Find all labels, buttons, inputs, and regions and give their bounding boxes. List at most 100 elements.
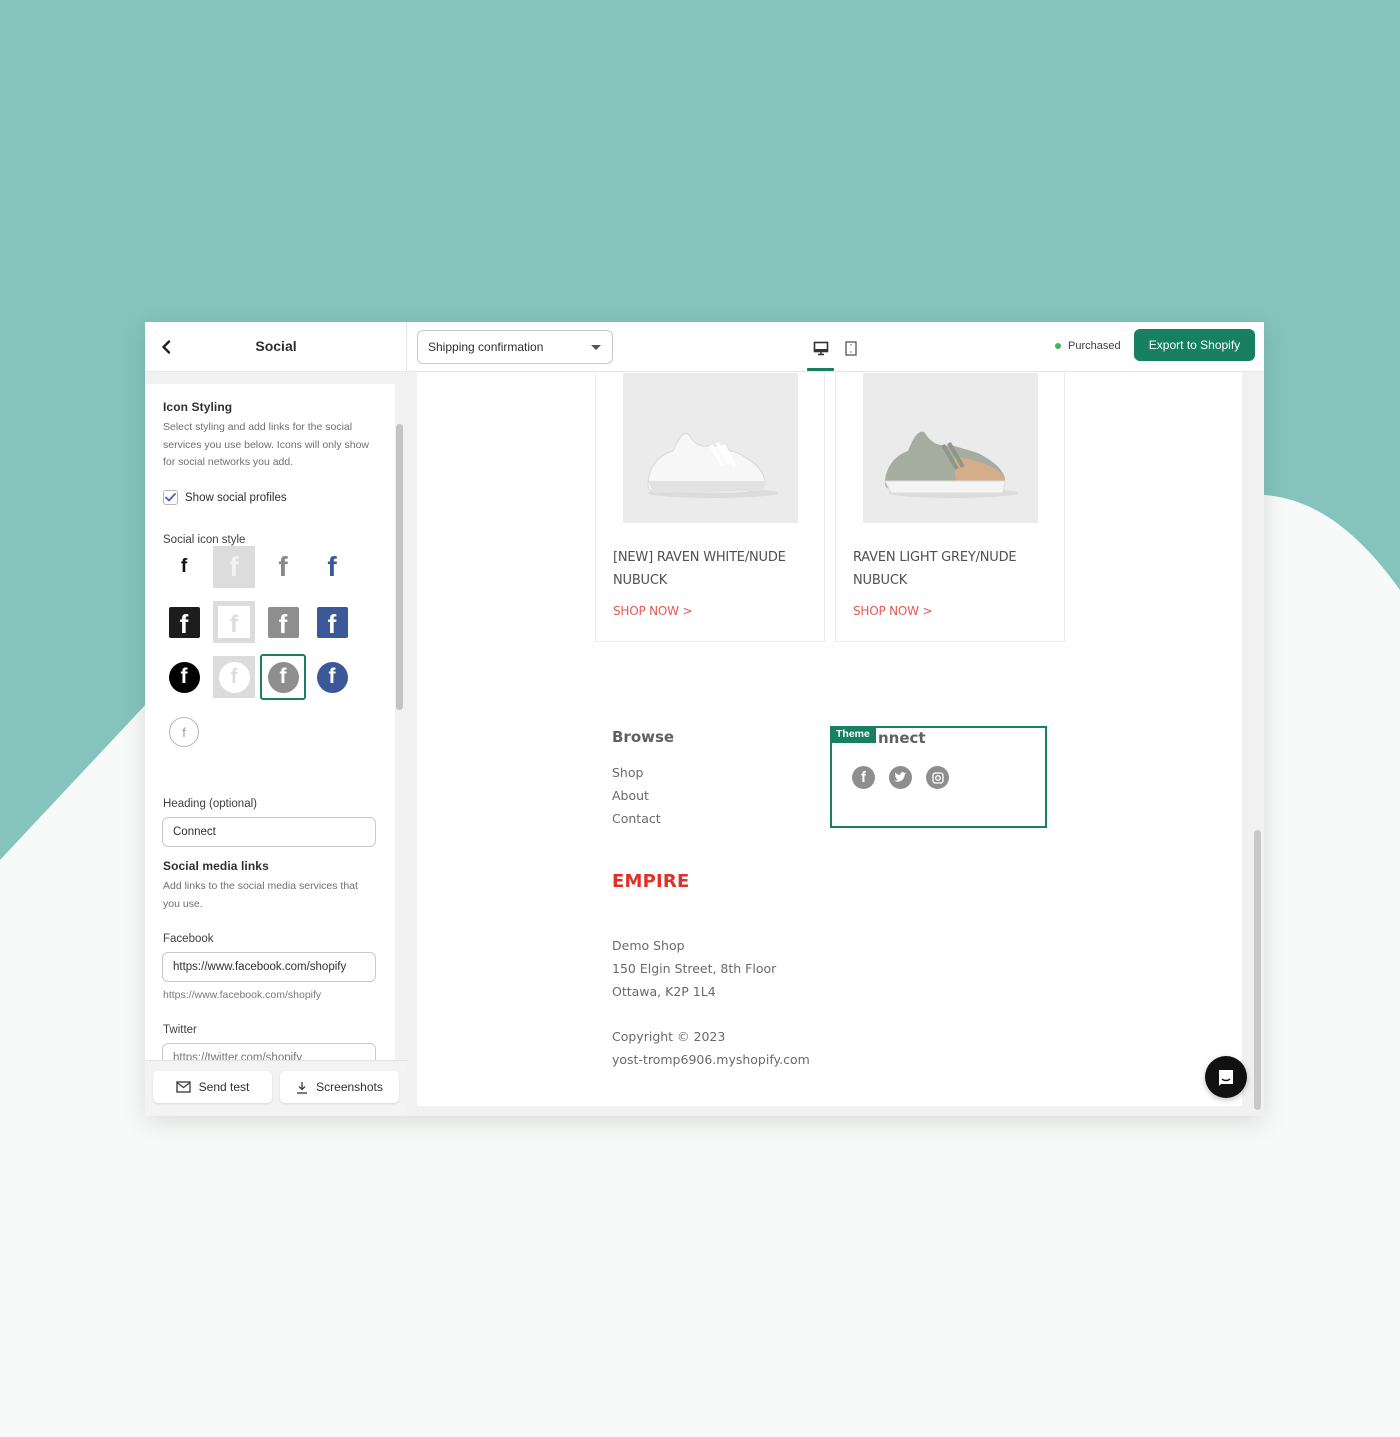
active-view-indicator	[807, 368, 834, 371]
product-name: [NEW] RAVEN WHITE/NUDE NUBUCK	[613, 550, 786, 588]
caret-down-icon	[591, 345, 601, 350]
connect-heading: nnect	[878, 729, 926, 747]
screenshots-label: Screenshots	[316, 1080, 383, 1094]
social-settings-card: Icon Styling Select styling and add link…	[145, 384, 395, 1060]
desktop-icon	[813, 341, 829, 355]
facebook-icon[interactable]: f	[852, 766, 875, 789]
send-test-button[interactable]: Send test	[153, 1071, 272, 1103]
screenshots-button[interactable]: Screenshots	[280, 1071, 399, 1103]
export-to-shopify-button[interactable]: Export to Shopify	[1134, 329, 1255, 361]
facebook-icon: f	[279, 665, 287, 688]
icon-style-circle-blue[interactable]: f	[311, 656, 353, 698]
checkbox-box[interactable]	[163, 490, 178, 505]
product-image	[623, 373, 798, 523]
icon-style-square-grey[interactable]: f	[262, 601, 304, 643]
icon-style-square-white-outline[interactable]: f	[213, 601, 255, 643]
settings-panel: Social Icon Styling Select styling and a…	[145, 322, 407, 1116]
panel-title: Social	[255, 338, 297, 354]
footer-link-shop[interactable]: Shop	[612, 765, 643, 780]
icon-style-circle-black[interactable]: f	[163, 656, 205, 698]
shop-now-link[interactable]: SHOP NOW >	[853, 604, 932, 618]
circle-badge: f	[267, 661, 299, 693]
facebook-icon: f	[180, 665, 188, 688]
show-social-profiles-checkbox[interactable]: Show social profiles	[163, 490, 287, 505]
facebook-help-text: https://www.facebook.com/shopify	[163, 989, 322, 1001]
panel-header: Social	[145, 322, 407, 372]
facebook-url-input[interactable]: https://www.facebook.com/shopify	[162, 952, 376, 982]
browse-heading: Browse	[612, 728, 675, 746]
facebook-icon: f	[180, 556, 188, 577]
social-icon-style-label: Social icon style	[163, 534, 246, 546]
icon-style-circle-white[interactable]: f	[213, 656, 255, 698]
icon-style-plain-light-box[interactable]: f	[213, 546, 255, 588]
brand-logo: EMPIRE	[612, 871, 690, 892]
address-line: Demo Shop	[612, 938, 685, 953]
icon-style-square-black[interactable]: f	[163, 601, 205, 643]
chat-button[interactable]	[1205, 1056, 1247, 1098]
twitter-icon[interactable]	[889, 766, 912, 789]
chat-bubble-icon	[1219, 1070, 1233, 1086]
product-card[interactable]: [NEW] RAVEN WHITE/NUDE NUBUCK SHOP NOW >	[595, 372, 825, 642]
facebook-icon: f	[182, 724, 186, 740]
square-badge: f	[218, 606, 250, 638]
shop-domain-text: yost-tromp6906.myshopify.com	[612, 1052, 810, 1067]
facebook-icon: f	[328, 665, 336, 688]
top-toolbar: Shipping confirmation Purchased Export t…	[407, 322, 1264, 372]
panel-footer: Send test Screenshots	[145, 1060, 407, 1116]
heading-input[interactable]: Connect	[162, 817, 376, 847]
panel-scrollbar[interactable]	[396, 424, 403, 710]
twitter-label: Twitter	[163, 1024, 197, 1036]
desktop-view-button[interactable]	[811, 338, 831, 358]
icon-style-circle-outline[interactable]: f	[163, 711, 205, 753]
download-icon	[297, 1081, 308, 1094]
icon-style-circle-grey[interactable]: f	[260, 654, 306, 700]
icon-style-plain-grey[interactable]: f	[262, 546, 304, 588]
footer-link-contact[interactable]: Contact	[612, 811, 661, 826]
sneaker-grey-image	[863, 373, 1038, 523]
status-label: Purchased	[1068, 340, 1121, 352]
facebook-icon: f	[278, 608, 288, 638]
social-links-description: Add links to the social media services t…	[163, 880, 358, 910]
preview-scrollbar[interactable]	[1254, 830, 1261, 1110]
show-social-profiles-label: Show social profiles	[185, 491, 287, 504]
circle-badge: f	[168, 661, 200, 693]
connect-section-selected[interactable]: nnect Theme f	[830, 726, 1047, 828]
facebook-icon: f	[327, 608, 337, 638]
social-links-title: Social media links	[163, 859, 269, 873]
template-select-value: Shipping confirmation	[428, 340, 544, 354]
status-dot-icon	[1055, 343, 1061, 349]
sneaker-white-image	[623, 373, 798, 523]
icon-style-plain-black[interactable]: f	[163, 546, 205, 588]
product-card[interactable]: RAVEN LIGHT GREY/NUDE NUBUCK SHOP NOW >	[835, 372, 1065, 642]
checkmark-icon	[165, 493, 176, 502]
address-line: 150 Elgin Street, 8th Floor	[612, 961, 777, 976]
icon-style-plain-blue[interactable]: f	[311, 546, 353, 588]
address-line: Ottawa, K2P 1L4	[612, 984, 716, 999]
facebook-label: Facebook	[163, 933, 214, 945]
heading-label: Heading (optional)	[163, 798, 257, 810]
circle-badge: f	[218, 661, 250, 693]
copyright-text: Copyright © 2023	[612, 1029, 726, 1044]
facebook-icon: f	[278, 551, 288, 582]
mobile-icon	[845, 340, 857, 356]
product-image	[863, 373, 1038, 523]
facebook-icon: f	[327, 551, 337, 582]
template-select[interactable]: Shipping confirmation	[417, 330, 613, 364]
mail-icon	[175, 1081, 191, 1093]
theme-tag: Theme	[830, 726, 876, 743]
mobile-view-button[interactable]	[841, 338, 861, 358]
icon-styling-description: Select styling and add links for the soc…	[163, 421, 370, 468]
email-preview: [NEW] RAVEN WHITE/NUDE NUBUCK SHOP NOW >…	[417, 372, 1242, 1106]
square-badge: f	[316, 606, 348, 638]
facebook-icon: f	[230, 611, 238, 638]
circle-badge: f	[316, 661, 348, 693]
panel-scroll-area: Icon Styling Select styling and add link…	[145, 372, 407, 1060]
footer-link-about[interactable]: About	[612, 788, 649, 803]
shop-now-link[interactable]: SHOP NOW >	[613, 604, 692, 618]
facebook-icon: f	[230, 665, 238, 688]
editor-window: Social Icon Styling Select styling and a…	[145, 322, 1264, 1116]
twitter-url-input[interactable]: https://twitter.com/shopify	[162, 1043, 376, 1060]
icon-style-square-blue[interactable]: f	[311, 601, 353, 643]
instagram-icon[interactable]	[926, 766, 949, 789]
icon-styling-title: Icon Styling	[163, 400, 233, 414]
